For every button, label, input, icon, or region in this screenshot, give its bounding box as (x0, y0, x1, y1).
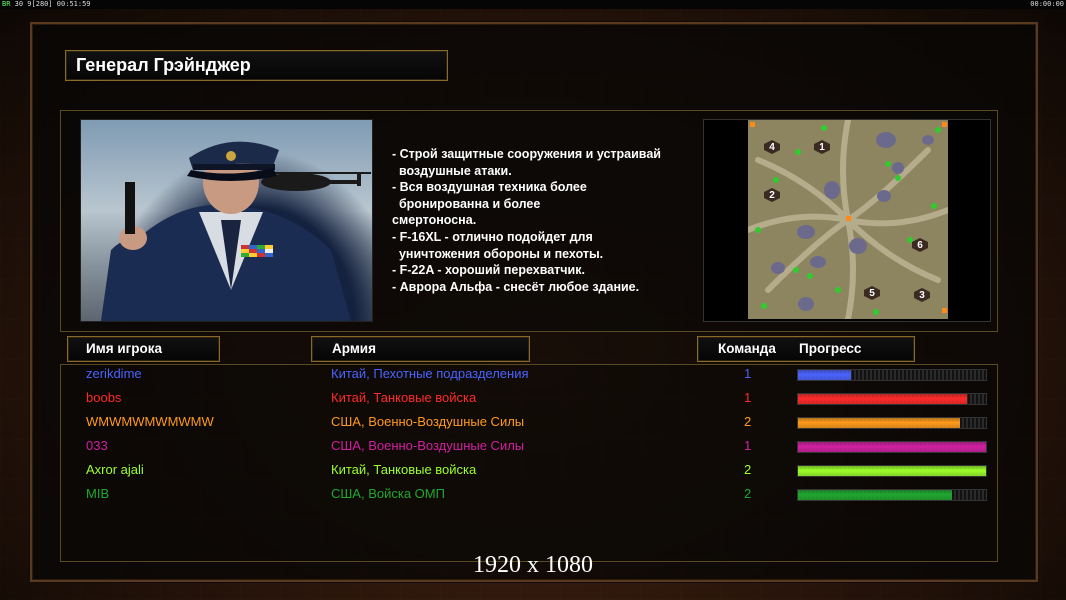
description-line: - Вся воздушная техника более (392, 180, 587, 195)
progress-bar (797, 393, 987, 405)
description-line: - F-22A - хороший перехватчик. (392, 263, 585, 278)
description-line: уничтожения обороны и пехоты. (392, 246, 604, 261)
svg-text:1: 1 (819, 142, 825, 153)
player-team: 2 (744, 462, 752, 477)
player-team: 2 (744, 414, 752, 429)
fps-label: ВR (2, 0, 11, 8)
progress-fill (798, 490, 953, 500)
general-name: Генерал Грэйнджер (76, 55, 251, 75)
player-team: 1 (744, 438, 752, 453)
minimap-svg: 4 1 2 6 5 3 (748, 120, 948, 319)
svg-text:2: 2 (769, 190, 775, 201)
svg-text:4: 4 (769, 142, 775, 153)
progress-fill (798, 418, 960, 428)
header-army: Армия (311, 336, 530, 362)
description-line: - Строй защитные сооружения и устраивай (392, 147, 661, 161)
debug-status-bar: ВR 30 9[280] 00:51:59 00:00:00 (0, 0, 1066, 9)
description-line: бронированна и более (392, 196, 541, 211)
description-line: - Аврора Альфа - снесёт любое здание. (392, 279, 640, 294)
player-army: Китай, Пехотные подразделения (331, 366, 529, 381)
player-name: 033 (86, 438, 108, 453)
header-team-label: Команда (718, 341, 776, 356)
progress-bar (797, 489, 987, 501)
player-name: Axror ajali (86, 462, 144, 477)
map-preview: 4 1 2 6 5 3 (703, 119, 991, 322)
description-line: смертоносна. (392, 213, 477, 228)
progress-bar (797, 465, 987, 477)
player-row: MIB США, Войска ОМП 2 (0, 485, 1066, 509)
general-description: - Строй защитные сооружения и устраивай … (392, 146, 692, 295)
progress-fill (798, 394, 968, 404)
header-progress-label: Прогресс (799, 341, 862, 356)
progress-fill (798, 370, 851, 380)
player-name: WMWMWMWMWMW (86, 414, 214, 429)
player-army: Китай, Танковые войска (331, 390, 477, 405)
svg-text:6: 6 (917, 240, 923, 251)
svg-text:3: 3 (919, 290, 925, 301)
svg-text:5: 5 (869, 288, 875, 299)
header-player-label: Имя игрока (86, 341, 162, 356)
player-row: 033 США, Военно-Воздушные Силы 1 (0, 437, 1066, 461)
header-team-progress: Команда Прогресс (697, 336, 915, 362)
player-row: boobs Китай, Танковые войска 1 (0, 389, 1066, 413)
player-army: США, Военно-Воздушные Силы (331, 438, 525, 453)
game-clock: 00:00:00 (1030, 0, 1064, 8)
player-name: zerikdime (86, 366, 142, 381)
player-row: WMWMWMWMWMW США, Военно-Воздушные Силы 2 (0, 413, 1066, 437)
progress-bar (797, 441, 987, 453)
player-army: Китай, Танковые войска (331, 462, 477, 477)
resolution-label: 1920 x 1080 (473, 552, 593, 578)
description-line: воздушные атаки. (392, 163, 512, 178)
general-title-box: Генерал Грэйнджер (65, 50, 448, 81)
player-team: 2 (744, 486, 752, 501)
player-name: MIB (86, 486, 110, 501)
player-row: Axror ajali Китай, Танковые войска 2 (0, 461, 1066, 485)
header-army-label: Армия (332, 341, 376, 356)
progress-fill (798, 466, 986, 476)
player-team: 1 (744, 366, 752, 381)
player-army: США, Войска ОМП (331, 486, 445, 501)
player-row: zerikdime Китай, Пехотные подразделения 1 (0, 365, 1066, 389)
description-line: - F-16XL - отлично подойдет для (392, 229, 593, 244)
fps-values: 30 9[280] 00:51:59 (14, 0, 91, 8)
header-player-name: Имя игрока (67, 336, 220, 362)
progress-fill (798, 442, 986, 452)
progress-bar (797, 417, 987, 429)
player-army: США, Военно-Воздушные Силы (331, 414, 525, 429)
player-name: boobs (86, 390, 122, 405)
progress-bar (797, 369, 987, 381)
player-team: 1 (744, 390, 752, 405)
general-portrait (80, 119, 373, 322)
